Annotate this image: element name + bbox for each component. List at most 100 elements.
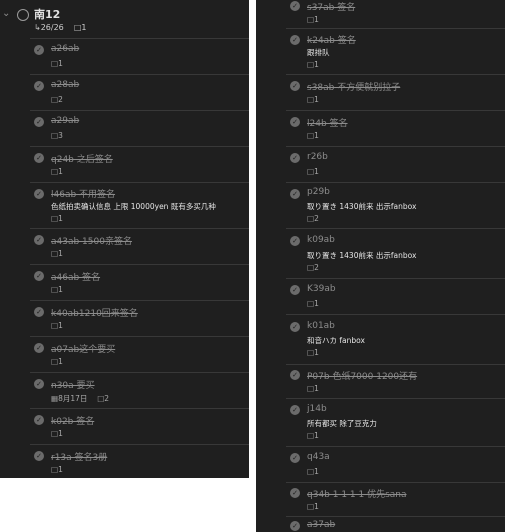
task-title[interactable]: q34b 1 1 1 1 优先sana bbox=[307, 487, 407, 500]
check-circle-icon[interactable]: ✓ bbox=[34, 45, 44, 55]
task-title[interactable]: s37ab 签名 bbox=[307, 0, 355, 13]
parent-task-title[interactable]: 南12 bbox=[34, 6, 60, 22]
task-title[interactable]: k24ab 签名 bbox=[307, 33, 356, 46]
list-item[interactable]: ✓ q24b 之后签名 □1 bbox=[0, 146, 249, 182]
check-circle-icon[interactable]: ✓ bbox=[34, 189, 44, 199]
check-circle-icon[interactable]: ✓ bbox=[34, 81, 44, 91]
comment-count: 1 bbox=[58, 214, 63, 223]
check-circle-icon[interactable]: ✓ bbox=[290, 322, 300, 332]
check-circle-icon[interactable]: ✓ bbox=[34, 343, 44, 353]
list-item[interactable]: ✓ k02b 签名 □1 bbox=[0, 408, 249, 444]
check-circle-icon[interactable]: ✓ bbox=[34, 271, 44, 281]
list-item[interactable]: ✓ k09ab 取り置き 1430前来 出示fanbox □2 bbox=[256, 228, 505, 278]
list-item[interactable]: ✓ s38ab 不方便就别拉子 □1 bbox=[256, 74, 505, 110]
task-description: 跟排队 bbox=[307, 48, 330, 57]
check-circle-icon[interactable]: ✓ bbox=[290, 153, 300, 163]
list-item[interactable]: ✓ k01ab 和音ハカ fanbox □1 bbox=[256, 314, 505, 364]
check-circle-icon[interactable]: ✓ bbox=[34, 235, 44, 245]
list-item[interactable]: ✓ q43a □1 bbox=[256, 446, 505, 482]
task-title[interactable]: k09ab bbox=[307, 235, 335, 245]
parent-task-header[interactable]: ⌄ 南12 ↳26/26 □1 bbox=[0, 0, 249, 38]
task-meta: □1 bbox=[51, 429, 63, 438]
comment-count: 1 bbox=[58, 59, 63, 68]
task-title[interactable]: q43a bbox=[307, 452, 330, 462]
task-title[interactable]: k02b 签名 bbox=[51, 414, 94, 427]
task-title[interactable]: l46ab 不用签名 bbox=[51, 187, 115, 200]
list-item[interactable]: ✓ a37ab bbox=[256, 516, 505, 532]
task-title[interactable]: s38ab 不方便就别拉子 bbox=[307, 80, 400, 93]
task-title[interactable]: r26b bbox=[307, 152, 328, 162]
task-title[interactable]: a26ab bbox=[51, 44, 79, 54]
task-title[interactable]: l24b 签名 bbox=[307, 116, 348, 129]
comment-count: 1 bbox=[314, 348, 319, 357]
list-item[interactable]: ✓ a29ab □3 bbox=[0, 110, 249, 146]
list-item[interactable]: ✓ p29b 取り置き 1430前来 出示fanbox □2 bbox=[256, 182, 505, 228]
list-item[interactable]: ✓ k24ab 签名 跟排队 □1 bbox=[256, 28, 505, 74]
list-item[interactable]: ✓ s37ab 签名 □1 bbox=[256, 0, 505, 28]
chevron-down-icon[interactable]: ⌄ bbox=[2, 8, 10, 19]
check-circle-icon[interactable]: ✓ bbox=[290, 236, 300, 246]
check-circle-icon[interactable]: ✓ bbox=[34, 415, 44, 425]
check-circle-icon[interactable]: ✓ bbox=[34, 153, 44, 163]
list-item[interactable]: ✓ a28ab □2 bbox=[0, 74, 249, 110]
list-item[interactable]: ✓ P07b 色纸7000 1200还有 □1 bbox=[256, 364, 505, 398]
list-item[interactable]: ✓ l46ab 不用签名 色纸拍卖确认信息 上限 10000yen 既有多买几种… bbox=[0, 182, 249, 228]
comment-count: 1 bbox=[314, 431, 319, 440]
task-title[interactable]: P07b 色纸7000 1200还有 bbox=[307, 369, 417, 382]
list-item[interactable]: ✓ a46ab 签名 □1 bbox=[0, 264, 249, 300]
task-title[interactable]: a29ab bbox=[51, 116, 79, 126]
comment-count: 1 bbox=[314, 384, 319, 393]
check-circle-icon[interactable]: ✓ bbox=[290, 189, 300, 199]
task-title[interactable]: k40ab1210回来签名 bbox=[51, 306, 138, 319]
task-title[interactable]: a46ab 签名 bbox=[51, 270, 100, 283]
check-circle-icon[interactable]: ✓ bbox=[290, 1, 300, 11]
check-circle-icon[interactable]: ✓ bbox=[34, 117, 44, 127]
task-title[interactable]: p29b bbox=[307, 187, 330, 197]
comment-count: 1 bbox=[58, 465, 63, 474]
check-circle-icon[interactable]: ✓ bbox=[290, 285, 300, 295]
list-item[interactable]: ✓ r13a 签名3册 □1 bbox=[0, 444, 249, 478]
comment-count: 1 bbox=[314, 502, 319, 511]
list-item[interactable]: ✓ k40ab1210回来签名 □1 bbox=[0, 300, 249, 336]
list-item[interactable]: ✓ a26ab □1 bbox=[0, 38, 249, 74]
task-title[interactable]: k01ab bbox=[307, 321, 335, 331]
task-title[interactable]: a28ab bbox=[51, 80, 79, 90]
list-item[interactable]: ✓ q34b 1 1 1 1 优先sana □1 bbox=[256, 482, 505, 516]
task-meta: □2 bbox=[51, 95, 63, 104]
check-circle-icon[interactable]: ✓ bbox=[290, 521, 300, 531]
comment-count: 1 bbox=[314, 167, 319, 176]
comment-count: 1 bbox=[314, 60, 319, 69]
comment-count: 2 bbox=[314, 263, 319, 272]
check-circle-icon[interactable]: ✓ bbox=[290, 370, 300, 380]
task-title[interactable]: a43ab 1500亲签名 bbox=[51, 234, 132, 247]
task-title[interactable]: a37ab bbox=[307, 520, 335, 530]
list-item[interactable]: ✓ r26b □1 bbox=[256, 146, 505, 182]
task-meta: □1 bbox=[307, 15, 319, 24]
task-meta: □1 bbox=[51, 357, 63, 366]
due-date[interactable]: 8月17日 bbox=[58, 394, 87, 403]
task-title[interactable]: n30a 要买 bbox=[51, 378, 95, 391]
list-item[interactable]: ✓ l24b 签名 □1 bbox=[256, 110, 505, 146]
task-title[interactable]: K39ab bbox=[307, 284, 336, 294]
check-circle-icon[interactable]: ✓ bbox=[290, 81, 300, 91]
task-title[interactable]: a07ab这个要买 bbox=[51, 342, 115, 355]
task-title[interactable]: q24b 之后签名 bbox=[51, 152, 113, 165]
list-item[interactable]: ✓ j14b 所有都买 除了豆克力 □1 bbox=[256, 398, 505, 446]
task-meta: □1 bbox=[51, 285, 63, 294]
check-circle-icon[interactable]: ✓ bbox=[290, 405, 300, 415]
list-item[interactable]: ✓ a07ab这个要买 □1 bbox=[0, 336, 249, 372]
task-title[interactable]: j14b bbox=[307, 404, 327, 414]
check-circle-icon[interactable]: ✓ bbox=[290, 35, 300, 45]
check-circle-icon[interactable]: ✓ bbox=[290, 117, 300, 127]
check-circle-icon[interactable]: ✓ bbox=[290, 453, 300, 463]
comment-count: 1 bbox=[58, 285, 63, 294]
list-item[interactable]: ✓ a43ab 1500亲签名 □1 bbox=[0, 228, 249, 264]
list-item[interactable]: ✓ K39ab □1 bbox=[256, 278, 505, 314]
task-title[interactable]: r13a 签名3册 bbox=[51, 450, 107, 463]
check-circle-icon[interactable]: ✓ bbox=[34, 379, 44, 389]
check-circle-icon[interactable]: ✓ bbox=[34, 451, 44, 461]
check-circle-icon[interactable]: ✓ bbox=[290, 488, 300, 498]
list-item[interactable]: ✓ n30a 要买 ▦8月17日 □2 bbox=[0, 372, 249, 408]
parent-task-checkbox[interactable] bbox=[17, 9, 29, 21]
check-circle-icon[interactable]: ✓ bbox=[34, 307, 44, 317]
